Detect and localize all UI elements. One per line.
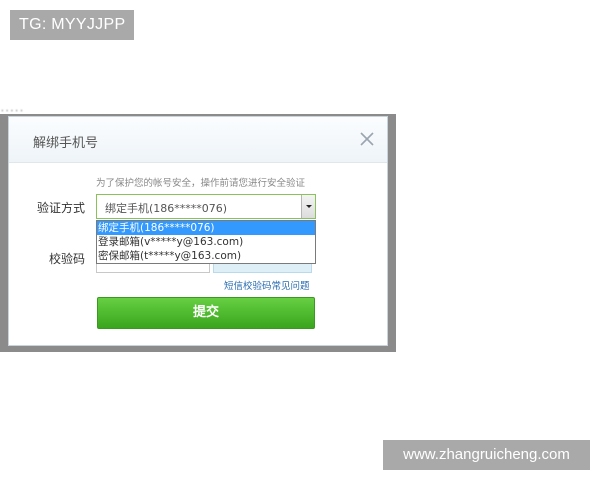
sms-code-help-link[interactable]: 短信校验码常见问题 — [224, 278, 310, 292]
verification-method-label: 验证方式 — [37, 201, 86, 215]
unbind-phone-dialog: 解绑手机号 为了保护您的帐号安全，操作前请您进行安全验证 验证方式 绑定手机(1… — [8, 116, 388, 346]
dialog-header: 解绑手机号 — [9, 117, 387, 163]
security-hint: 为了保护您的帐号安全，操作前请您进行安全验证 — [96, 178, 306, 189]
tg-watermark: TG: MYYJJPP — [10, 10, 134, 40]
submit-button[interactable]: 提交 — [97, 297, 315, 329]
background-page-fragment: ····· — [0, 102, 24, 114]
close-icon[interactable] — [359, 131, 375, 147]
verification-method-dropdown: 绑定手机(186*****076) 登录邮箱(v*****y@163.com) … — [96, 220, 316, 264]
selected-method-value: 绑定手机(186*****076) — [105, 202, 228, 215]
option-bound-phone[interactable]: 绑定手机(186*****076) — [97, 221, 315, 235]
dialog-title: 解绑手机号 — [33, 136, 99, 151]
verification-code-label: 校验码 — [49, 252, 86, 266]
option-login-email[interactable]: 登录邮箱(v*****y@163.com) — [97, 235, 315, 249]
verification-method-select[interactable]: 绑定手机(186*****076) — [96, 194, 316, 219]
website-watermark: www.zhangruicheng.com — [383, 440, 590, 470]
chevron-down-icon[interactable] — [301, 195, 315, 218]
option-security-email[interactable]: 密保邮箱(t*****y@163.com) — [97, 249, 315, 263]
